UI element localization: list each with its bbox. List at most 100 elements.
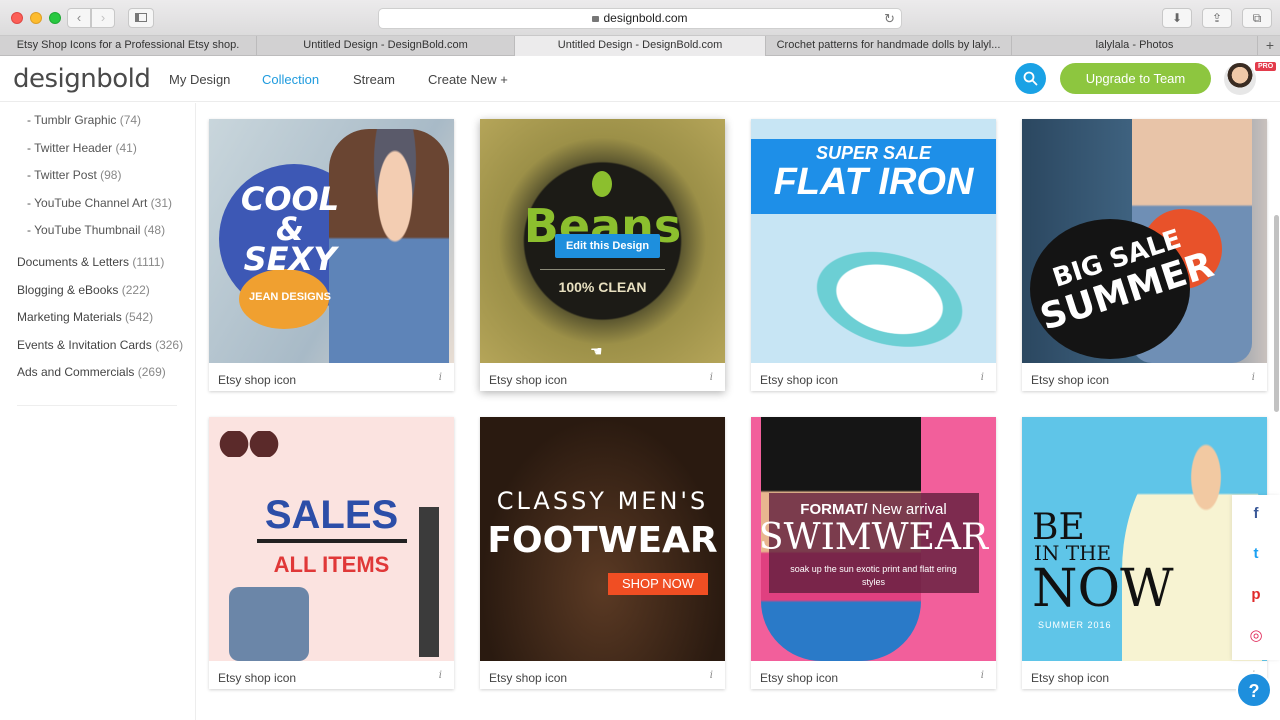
page-scrollbar[interactable] [1274, 215, 1279, 412]
chevron-right-icon: › [100, 10, 106, 25]
thumbnail-divider [540, 269, 665, 270]
sidebar-item-youtube-channel-art[interactable]: - YouTube Channel Art (31) [27, 196, 172, 210]
design-card[interactable]: SUPER SALE FLAT IRON Etsy shop icon i [751, 119, 996, 391]
twitter-icon[interactable]: t [1232, 545, 1280, 562]
search-icon [1023, 71, 1038, 86]
thumbnail-text: FORMAT/ New arrival [800, 501, 947, 518]
design-card[interactable]: CLASSY MEN'S FOOTWEAR SHOP NOW Etsy shop… [480, 417, 725, 689]
design-thumbnail[interactable]: FORMAT/ New arrival SWIMWEAR soak up the… [751, 417, 996, 661]
bean-shape [592, 171, 612, 197]
show-tabs-button[interactable]: ⧉ [1242, 8, 1272, 28]
tabs-icon: ⧉ [1252, 11, 1262, 25]
close-window-button[interactable] [11, 12, 23, 24]
design-card[interactable]: FORMAT/ New arrival SWIMWEAR soak up the… [751, 417, 996, 689]
card-title: Etsy shop icon [760, 671, 839, 685]
download-icon: ⬇ [1171, 11, 1183, 25]
design-thumbnail[interactable]: CLASSY MEN'S FOOTWEAR SHOP NOW [480, 417, 725, 661]
thumbnail-text: ALL ITEMS [273, 552, 390, 577]
card-title: Etsy shop icon [489, 671, 568, 685]
share-icon: ⇪ [1211, 11, 1223, 25]
design-card[interactable]: COOL & SEXY JEAN DESIGNS Etsy shop icon i [209, 119, 454, 391]
search-button[interactable] [1015, 63, 1046, 94]
info-icon[interactable]: i [981, 670, 984, 681]
thumbnail-text: FLAT IRON [773, 161, 974, 203]
design-card[interactable]: SALES ALL ITEMS Etsy shop icon i [209, 417, 454, 689]
info-icon[interactable]: i [439, 670, 442, 681]
card-title: Etsy shop icon [1031, 373, 1110, 387]
reload-icon[interactable]: ↻ [884, 9, 895, 28]
thumbnail-text: soak up the sun exotic print and flatt e… [790, 564, 957, 587]
iron-graphic [780, 214, 996, 363]
forward-button[interactable]: › [91, 8, 115, 28]
sidebar-item-twitter-header[interactable]: - Twitter Header (41) [27, 141, 137, 155]
edit-this-design-button[interactable]: Edit this Design [555, 234, 660, 258]
thumbnail-text: SWIMWEAR [758, 517, 989, 558]
minimize-window-button[interactable] [30, 12, 42, 24]
social-share-rail: f t p ◎ [1232, 495, 1280, 660]
nav-collection[interactable]: Collection [262, 72, 319, 87]
back-button[interactable]: ‹ [67, 8, 91, 28]
site-header: designbold My Design Collection Stream C… [0, 56, 1280, 102]
browser-tab[interactable]: Etsy Shop Icons for a Professional Etsy … [0, 36, 257, 56]
sidebar-item-tumblr-graphic[interactable]: - Tumblr Graphic (74) [27, 113, 141, 127]
upgrade-to-team-button[interactable]: Upgrade to Team [1060, 63, 1211, 94]
designbold-logo[interactable]: designbold [13, 64, 151, 94]
design-card[interactable]: Beans 100% CLEAN Edit this Design ☚ Etsy… [480, 119, 725, 391]
info-icon[interactable]: i [710, 670, 713, 681]
sidebar-item-youtube-thumbnail[interactable]: - YouTube Thumbnail (48) [27, 223, 165, 237]
design-thumbnail[interactable]: SUPER SALE FLAT IRON [751, 119, 996, 363]
thumbnail-divider [257, 539, 407, 543]
hand-cursor-icon: ☚ [590, 343, 603, 359]
share-button[interactable]: ⇪ [1202, 8, 1232, 28]
browser-tab[interactable]: Untitled Design - DesignBold.com [257, 36, 515, 56]
design-card[interactable]: BE IN THE NOW SUMMER 2016 Etsy shop icon… [1022, 417, 1267, 689]
info-icon[interactable]: i [439, 372, 442, 383]
sidebar-toggle-button[interactable] [128, 8, 154, 28]
sunglasses-graphic [219, 431, 279, 457]
address-bar[interactable]: designbold.com ↻ [378, 8, 902, 29]
design-thumbnail[interactable]: BE IN THE NOW SUMMER 2016 [1022, 417, 1267, 661]
sidebar-item-blogging-ebooks[interactable]: Blogging & eBooks (222) [17, 283, 150, 297]
card-title: Etsy shop icon [1031, 671, 1110, 685]
design-thumbnail[interactable]: COOL & SEXY JEAN DESIGNS [209, 119, 454, 363]
nav-my-design[interactable]: My Design [169, 72, 230, 87]
sidebar-item-ads-commercials[interactable]: Ads and Commercials (269) [17, 365, 166, 379]
category-sidebar: - Tumblr Graphic (74) - Twitter Header (… [0, 103, 196, 720]
info-icon[interactable]: i [710, 372, 713, 383]
thumbnail-text: COOL & SEXY [240, 180, 340, 278]
nav-create-new[interactable]: Create New + [428, 72, 508, 87]
url-text: designbold.com [603, 11, 688, 25]
nav-stream[interactable]: Stream [353, 72, 395, 87]
downloads-button[interactable]: ⬇ [1162, 8, 1192, 28]
browser-tab[interactable]: Crochet patterns for handmade dolls by l… [766, 36, 1012, 56]
pinterest-icon[interactable]: p [1232, 586, 1280, 603]
instagram-icon[interactable]: ◎ [1232, 626, 1280, 644]
fullscreen-window-button[interactable] [49, 12, 61, 24]
design-card[interactable]: BIG SALE SUMMER Etsy shop icon i [1022, 119, 1267, 391]
thumbnail-text: NOW [1032, 559, 1174, 619]
chevron-left-icon: ‹ [76, 10, 82, 25]
lock-icon [592, 16, 600, 22]
info-icon[interactable]: i [981, 372, 984, 383]
thumbnail-shop-now-label: SHOP NOW [608, 573, 708, 595]
pro-badge: PRO [1255, 62, 1277, 71]
sidebar-item-twitter-post[interactable]: - Twitter Post (98) [27, 168, 121, 182]
browser-tab-active[interactable]: Untitled Design - DesignBold.com [515, 36, 766, 56]
browser-tab[interactable]: lalylala - Photos [1012, 36, 1258, 56]
facebook-icon[interactable]: f [1232, 505, 1280, 522]
info-icon[interactable]: i [1252, 372, 1255, 383]
design-thumbnail[interactable]: SALES ALL ITEMS [209, 417, 454, 661]
design-thumbnail[interactable]: BIG SALE SUMMER [1022, 119, 1267, 363]
thumbnail-text: SALES [264, 493, 399, 537]
card-title: Etsy shop icon [760, 373, 839, 387]
thumbnail-text: CLASSY MEN'S [496, 487, 709, 515]
sidebar-item-documents-letters[interactable]: Documents & Letters (1111) [17, 255, 164, 269]
user-avatar[interactable] [1224, 63, 1256, 95]
design-thumbnail[interactable]: Beans 100% CLEAN Edit this Design ☚ [480, 119, 725, 363]
sidebar-item-events-invitation-cards[interactable]: Events & Invitation Cards (326) [17, 338, 183, 352]
thumbnail-text: 100% CLEAN [558, 279, 647, 295]
help-button[interactable]: ? [1236, 672, 1272, 708]
sidebar-item-marketing-materials[interactable]: Marketing Materials (542) [17, 310, 153, 324]
new-tab-button[interactable]: + [1266, 36, 1274, 54]
thumbnail-text: FOOTWEAR [487, 520, 718, 561]
